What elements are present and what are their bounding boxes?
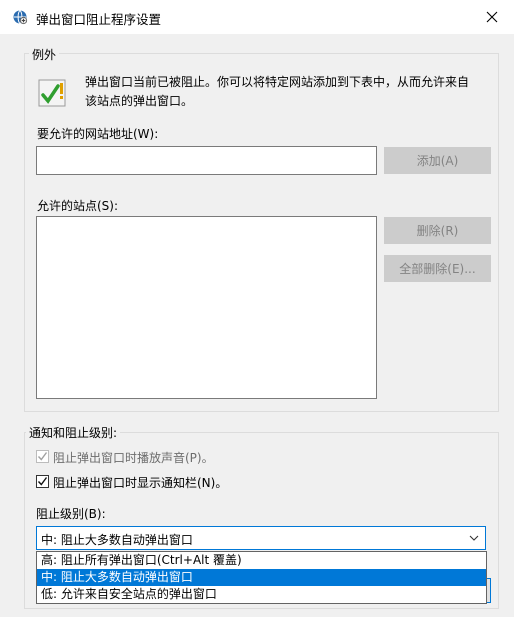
add-button[interactable]: 添加(A) — [384, 147, 491, 174]
window-title: 弹出窗口阻止程序设置 — [36, 12, 162, 27]
close-button[interactable] — [470, 0, 514, 34]
exceptions-legend: 例外 — [29, 46, 60, 63]
show-notification-bar-label: 阻止弹出窗口时显示通知栏(N)。 — [53, 476, 228, 490]
exceptions-info-line2: 该站点的弹出窗口。 — [85, 94, 194, 108]
close-icon — [486, 11, 498, 23]
checkmark-icon — [37, 477, 48, 486]
play-sound-label: 阻止弹出窗口时播放声音(P)。 — [53, 451, 214, 465]
checkmark-icon — [37, 452, 48, 461]
remove-all-button[interactable]: 全部删除(E)... — [384, 255, 491, 282]
exceptions-info-line1: 弹出窗口当前已被阻止。你可以将特定网站添加到下表中，从而允许来自 — [85, 75, 470, 89]
notifications-legend: 通知和阻止级别: — [26, 424, 121, 441]
blocking-level-dropdown: 高: 阻止所有弹出窗口(Ctrl+Alt 覆盖) 中: 阻止大多数自动弹出窗口 … — [36, 551, 487, 604]
blocking-level-selected-value: 中: 阻止大多数自动弹出窗口 — [41, 533, 193, 547]
level-option-high[interactable]: 高: 阻止所有弹出窗口(Ctrl+Alt 覆盖) — [37, 552, 486, 569]
warning-checklist-icon — [36, 76, 70, 110]
remove-button[interactable]: 删除(R) — [384, 217, 491, 244]
ie-globe-icon — [12, 9, 28, 25]
level-option-low[interactable]: 低: 允许来自安全站点的弹出窗口 — [37, 586, 486, 603]
blocking-level-select[interactable]: 中: 阻止大多数自动弹出窗口 — [36, 526, 486, 550]
address-input[interactable] — [36, 146, 377, 175]
blocking-level-label: 阻止级别(B): — [36, 507, 106, 521]
show-notification-bar-checkbox[interactable] — [36, 475, 49, 488]
address-label: 要允许的网站地址(W): — [37, 127, 159, 141]
play-sound-checkbox[interactable] — [36, 450, 49, 463]
allowed-sites-list[interactable] — [36, 216, 377, 399]
chevron-down-icon — [469, 535, 479, 541]
allowed-sites-label: 允许的站点(S): — [37, 199, 119, 213]
level-option-medium[interactable]: 中: 阻止大多数自动弹出窗口 — [37, 569, 486, 586]
